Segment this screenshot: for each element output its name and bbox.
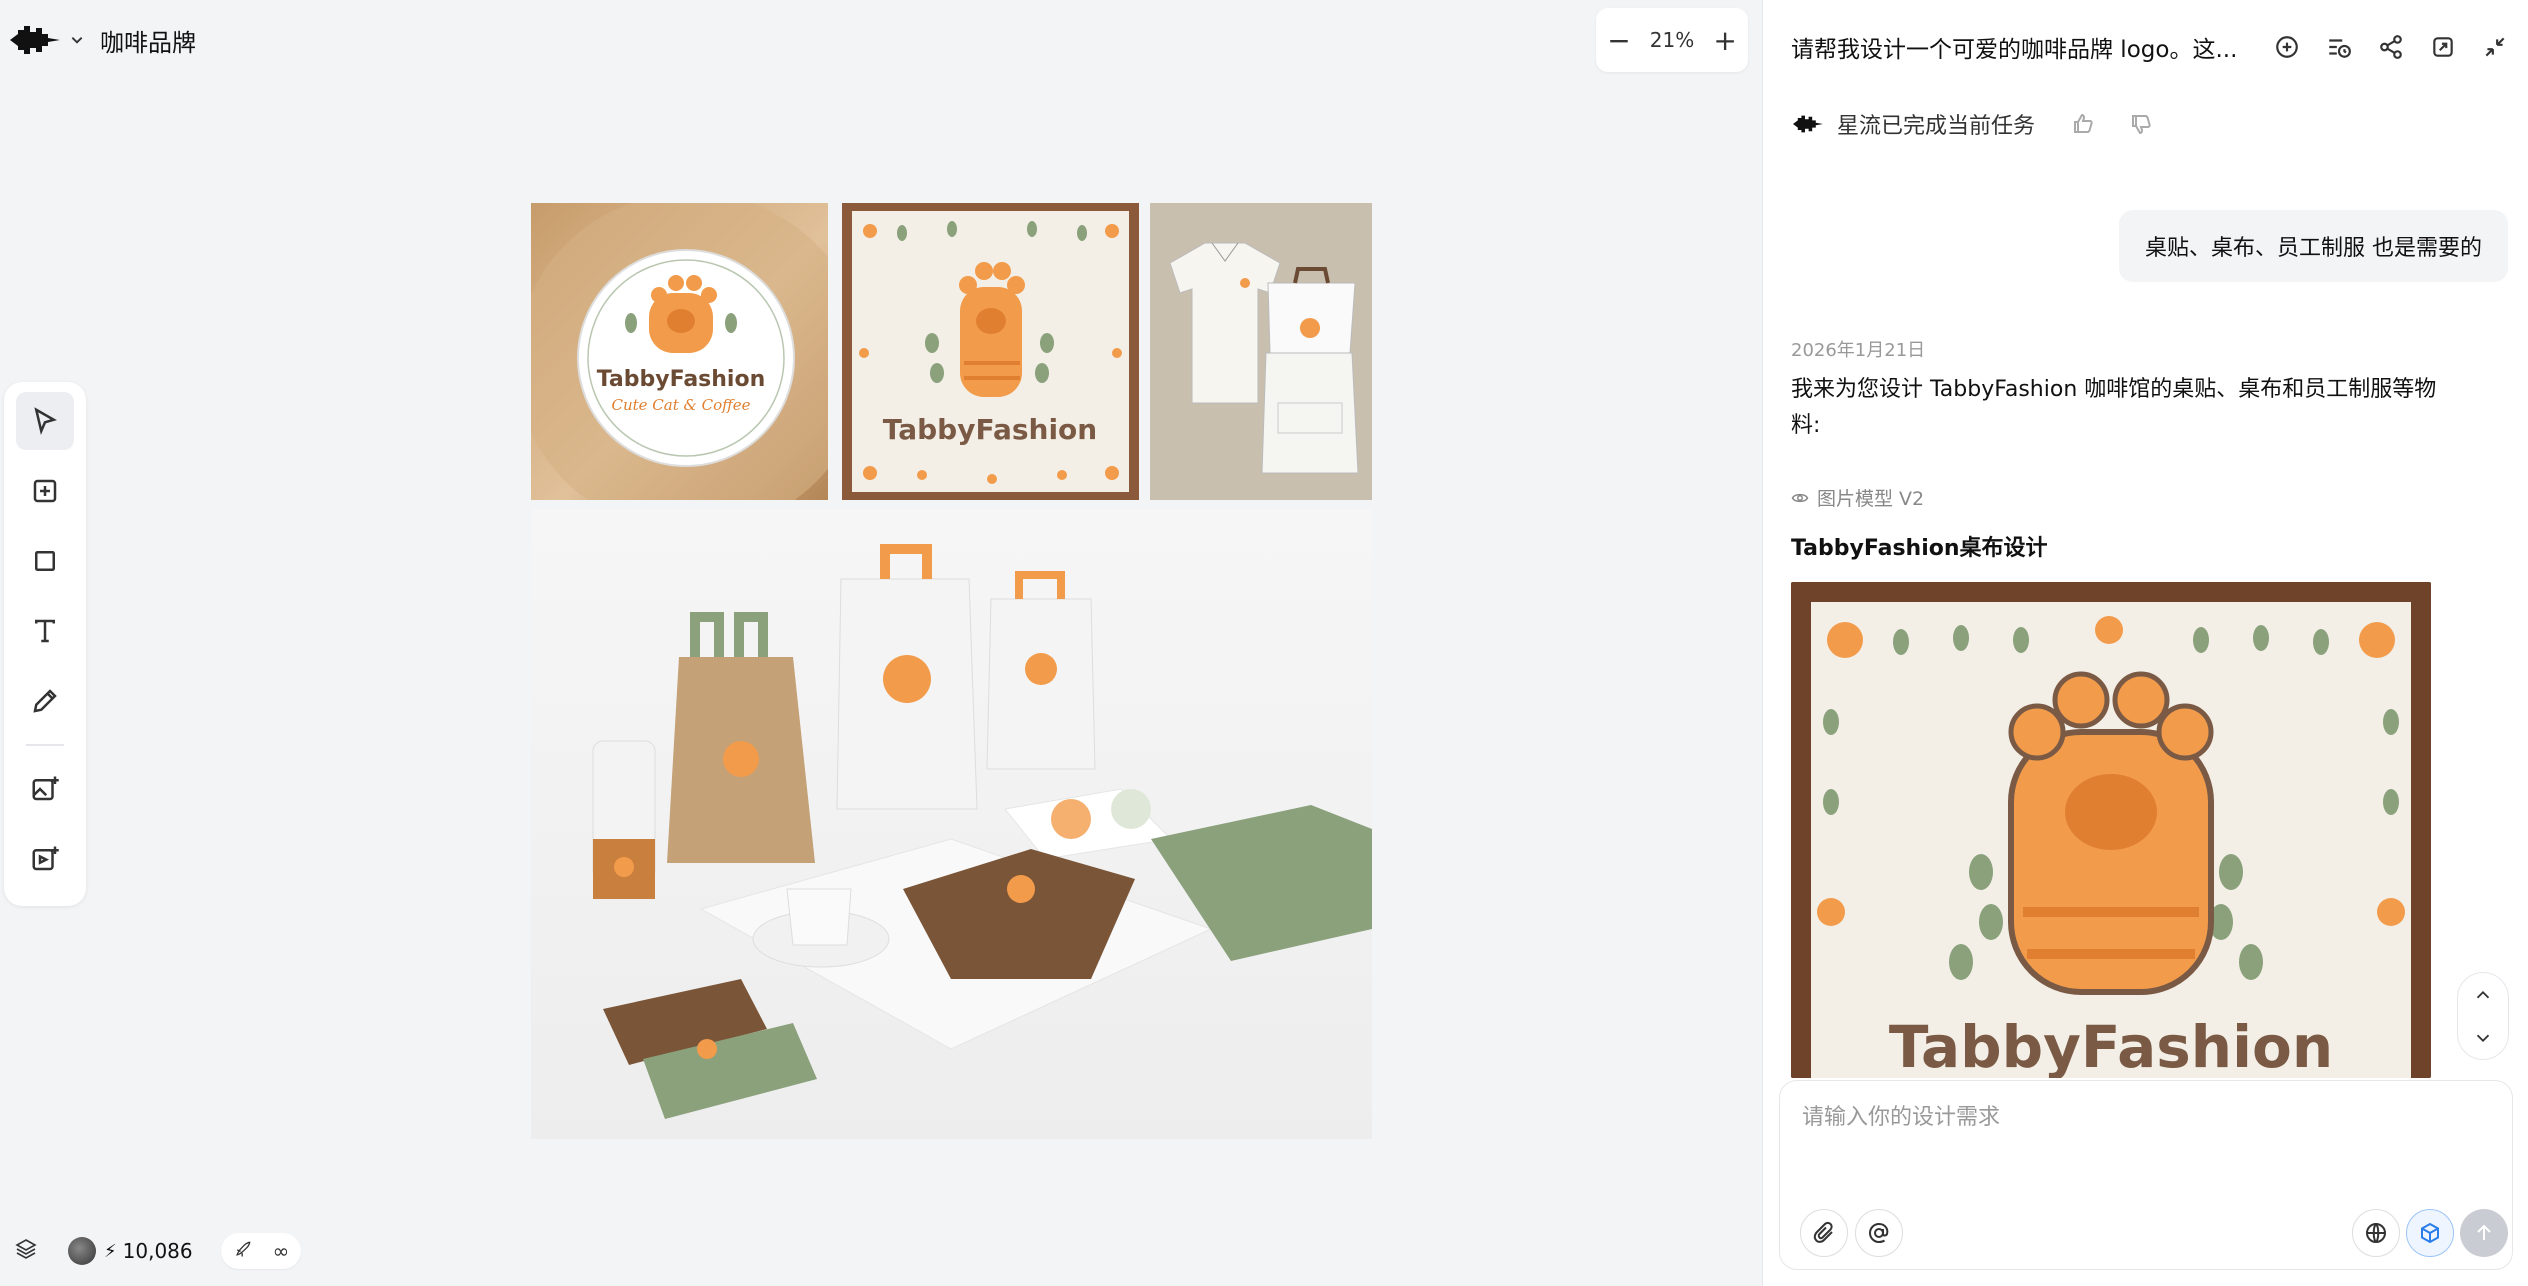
message-date: 2026年1月21日 — [1791, 340, 1926, 361]
export-icon[interactable] — [2430, 34, 2456, 60]
toolbar-divider — [26, 744, 64, 746]
chat-header: 请帮我设计一个可爱的咖啡品牌 logo。这... — [1791, 30, 2508, 64]
chat-header-actions — [2274, 34, 2508, 60]
web-search-button[interactable] — [2352, 1209, 2400, 1257]
zoom-in-button[interactable]: + — [1710, 24, 1740, 57]
model-name: 图片模型 V2 — [1817, 488, 1925, 510]
zoom-out-button[interactable]: − — [1604, 24, 1634, 57]
globe-icon — [2366, 1223, 2386, 1243]
app-logo-icon[interactable] — [8, 20, 62, 60]
task-status-text: 星流已完成当前任务 — [1837, 114, 2036, 139]
user-message-bubble: 桌贴、桌布、员工制服 也是需要的 — [2119, 210, 2508, 282]
thumbs-down-icon[interactable] — [2129, 112, 2153, 136]
plus-square-icon — [33, 479, 57, 503]
thumbs-up-icon[interactable] — [2071, 112, 2095, 136]
chat-input-box — [1779, 1080, 2513, 1270]
canvas[interactable]: 咖啡品牌 − 21% + TabbyFashion Cute Cat & Cof… — [0, 0, 1760, 1286]
lightning-icon: ⚡ — [104, 1240, 117, 1262]
chat-panel: 请帮我设计一个可爱的咖啡品牌 logo。这... 星流已完成当前任务 桌贴、桌布… — [1762, 0, 2528, 1286]
tool-palette — [4, 382, 86, 906]
paperclip-icon — [1813, 1221, 1833, 1243]
layers-icon[interactable] — [14, 1237, 38, 1265]
chevron-down-icon[interactable] — [68, 31, 86, 49]
collapse-icon[interactable] — [2482, 34, 2508, 60]
infinite-mode-label[interactable]: ∞ — [273, 1239, 290, 1263]
pencil-tool-button[interactable] — [16, 672, 74, 730]
message-scroll-nav — [2457, 972, 2509, 1060]
assistant-logo-icon — [1791, 112, 1825, 136]
sticker-brand-text: TabbyFashion — [597, 367, 766, 392]
eye-icon — [1791, 493, 1809, 502]
rectangle-tool-button[interactable] — [16, 532, 74, 590]
history-icon[interactable] — [2326, 34, 2352, 60]
section-title: TabbyFashion桌布设计 — [1791, 536, 2048, 561]
zoom-control: − 21% + — [1596, 8, 1748, 72]
cursor-icon — [34, 407, 57, 435]
square-icon — [35, 551, 55, 571]
chevron-up-icon[interactable] — [2472, 984, 2494, 1006]
share-icon[interactable] — [2378, 34, 2404, 60]
add-frame-button[interactable] — [16, 462, 74, 520]
send-button[interactable] — [2460, 1209, 2508, 1257]
attach-button[interactable] — [1800, 1209, 1848, 1257]
pencil-icon — [33, 689, 57, 713]
image-plus-icon — [32, 776, 59, 801]
task-status: 星流已完成当前任务 — [1791, 108, 2153, 140]
rocket-icon[interactable] — [233, 1239, 253, 1264]
image-generate-button[interactable] — [16, 760, 74, 818]
brand-header: 咖啡品牌 — [8, 18, 196, 62]
canvas-image-brand-mockup[interactable] — [531, 509, 1372, 1139]
preview-brand-text: TabbyFashion — [1889, 1013, 2333, 1078]
new-chat-icon[interactable] — [2274, 34, 2300, 60]
canvas-image-tablecloth[interactable]: TabbyFashion — [842, 203, 1139, 500]
arrow-up-icon — [2477, 1224, 2491, 1240]
text-tool-button[interactable] — [16, 602, 74, 660]
zoom-level[interactable]: 21% — [1650, 28, 1694, 52]
user-avatar[interactable] — [68, 1237, 96, 1265]
cube-icon — [2421, 1222, 2439, 1244]
tablecloth-brand-text: TabbyFashion — [883, 413, 1097, 446]
tablecloth-preview-image[interactable]: TabbyFashion — [1791, 582, 2431, 1078]
credits-display[interactable]: ⚡ 10,086 — [68, 1237, 193, 1265]
project-title[interactable]: 咖啡品牌 — [100, 23, 196, 58]
3d-mode-button[interactable] — [2406, 1209, 2454, 1257]
select-tool-button[interactable] — [16, 392, 74, 450]
video-plus-icon — [32, 846, 59, 871]
bottom-status-bar: ⚡ 10,086 ∞ — [14, 1233, 302, 1269]
design-request-input[interactable] — [1802, 1099, 2482, 1159]
text-icon — [35, 619, 55, 643]
mode-pill[interactable]: ∞ — [220, 1233, 302, 1269]
canvas-image-staff-uniform[interactable] — [1150, 203, 1372, 500]
assistant-reply-text: 我来为您设计 TabbyFashion 咖啡馆的桌贴、桌布和员工制服等物料: — [1791, 377, 2437, 438]
canvas-image-table-sticker[interactable]: TabbyFashion Cute Cat & Coffee — [531, 203, 828, 500]
feedback-buttons — [2071, 112, 2153, 136]
sticker-tagline-text: Cute Cat & Coffee — [611, 396, 750, 414]
credits-count: 10,086 — [122, 1239, 193, 1263]
video-generate-button[interactable] — [16, 830, 74, 888]
at-icon — [1868, 1222, 1889, 1244]
chevron-down-icon[interactable] — [2472, 1027, 2494, 1049]
chat-title: 请帮我设计一个可爱的咖啡品牌 logo。这... — [1791, 37, 2238, 63]
model-tag[interactable]: 图片模型 V2 — [1791, 484, 1924, 511]
mention-button[interactable] — [1855, 1209, 1903, 1257]
